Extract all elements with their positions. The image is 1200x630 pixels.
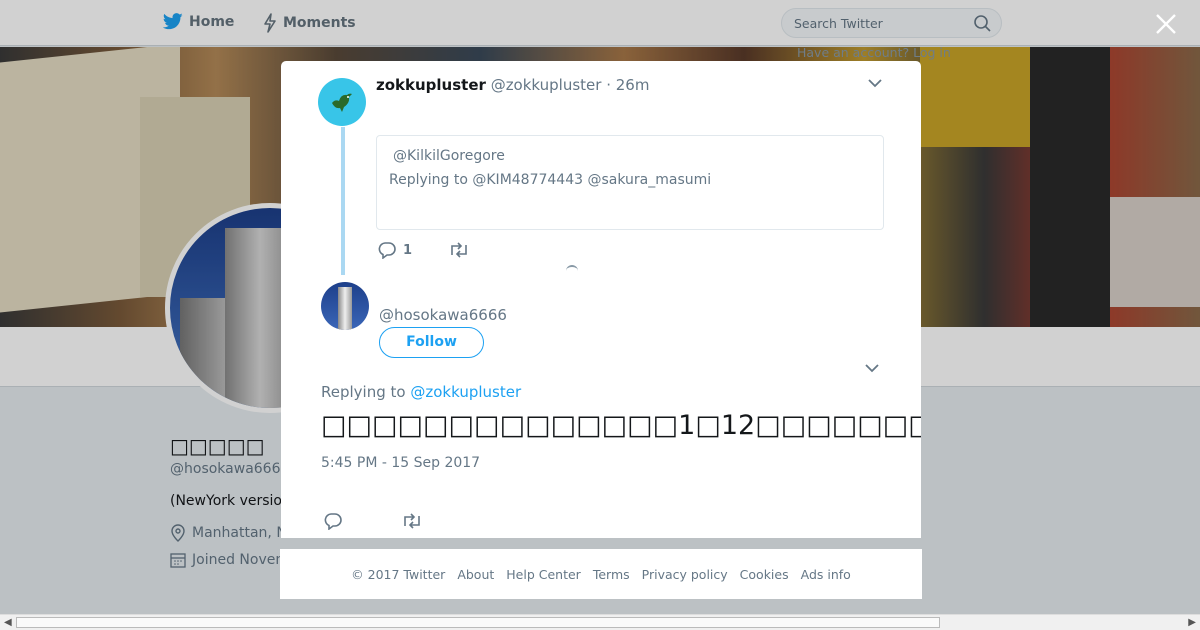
tweet-timestamp[interactable]: 5:45 PM - 15 Sep 2017 [321,455,480,471]
chevron-down-icon[interactable] [864,362,880,374]
retweet-icon [451,242,467,258]
heart-icon [505,537,523,538]
reply-icon [378,242,396,259]
replying-to: Replying to @zokkupluster [321,383,521,401]
heart-icon[interactable] [566,265,578,271]
scrollbar-thumb[interactable] [16,617,940,628]
reply-icon [324,513,342,530]
tweet-text: □□□□□□□□□□□□□□1□12□□□□□□□□□□□□□□□□□□□□□□… [321,410,921,441]
footer-link-help-center[interactable]: Help Center [506,567,581,582]
footer-link-terms[interactable]: Terms [593,567,630,582]
parent-tweet-author[interactable]: zokkupluster @zokkupluster · 26m [376,76,649,94]
reply-button[interactable]: 1 [377,241,412,259]
replying-to-prefix: Replying to [321,383,406,401]
like-button[interactable] [505,537,523,538]
retweet-button[interactable] [401,513,423,529]
close-icon[interactable] [1154,12,1178,36]
quoted-tweet-replying: Replying to @KIM48774443 @sakura_masumi [389,172,712,188]
main-tweet-avatar[interactable] [321,282,369,330]
replying-to-link[interactable]: @zokkupluster [410,383,521,401]
footer-link-about[interactable]: About [457,567,494,582]
footer-copyright: © 2017 Twitter [351,566,446,582]
parent-tweet-actions: 1 [377,241,470,259]
main-tweet-handle[interactable]: @hosokawa6666 [379,306,507,324]
tweet-modal: zokkupluster @zokkupluster · 26m @Kilkil… [281,61,921,538]
horizontal-scrollbar[interactable]: ◀ ▶ [0,614,1200,630]
parent-tweet-avatar[interactable] [318,78,366,126]
parent-tweet-name: zokkupluster [376,76,486,94]
footer-link-ads-info[interactable]: Ads info [801,567,851,582]
main-tweet-actions [323,489,523,538]
footer-link-privacy[interactable]: Privacy policy [642,567,728,582]
retweet-button[interactable] [448,242,470,258]
quoted-tweet[interactable]: @KilkilGoregore Replying to @KIM48774443… [376,135,884,230]
chevron-down-icon[interactable] [867,77,883,89]
parent-tweet-meta: @zokkupluster · 26m [490,76,650,94]
bird-avatar-icon [332,93,352,112]
follow-button[interactable]: Follow [379,327,484,358]
thread-connector [341,127,345,275]
scroll-right-icon[interactable]: ▶ [1188,617,1196,628]
retweet-icon [404,513,420,529]
reply-count: 1 [403,242,413,258]
quoted-tweet-handle: @KilkilGoregore [393,148,505,164]
reply-button[interactable] [323,512,343,530]
scroll-left-icon[interactable]: ◀ [4,617,12,628]
modal-footer: © 2017 Twitter About Help Center Terms P… [280,549,922,599]
footer-link-cookies[interactable]: Cookies [740,567,789,582]
